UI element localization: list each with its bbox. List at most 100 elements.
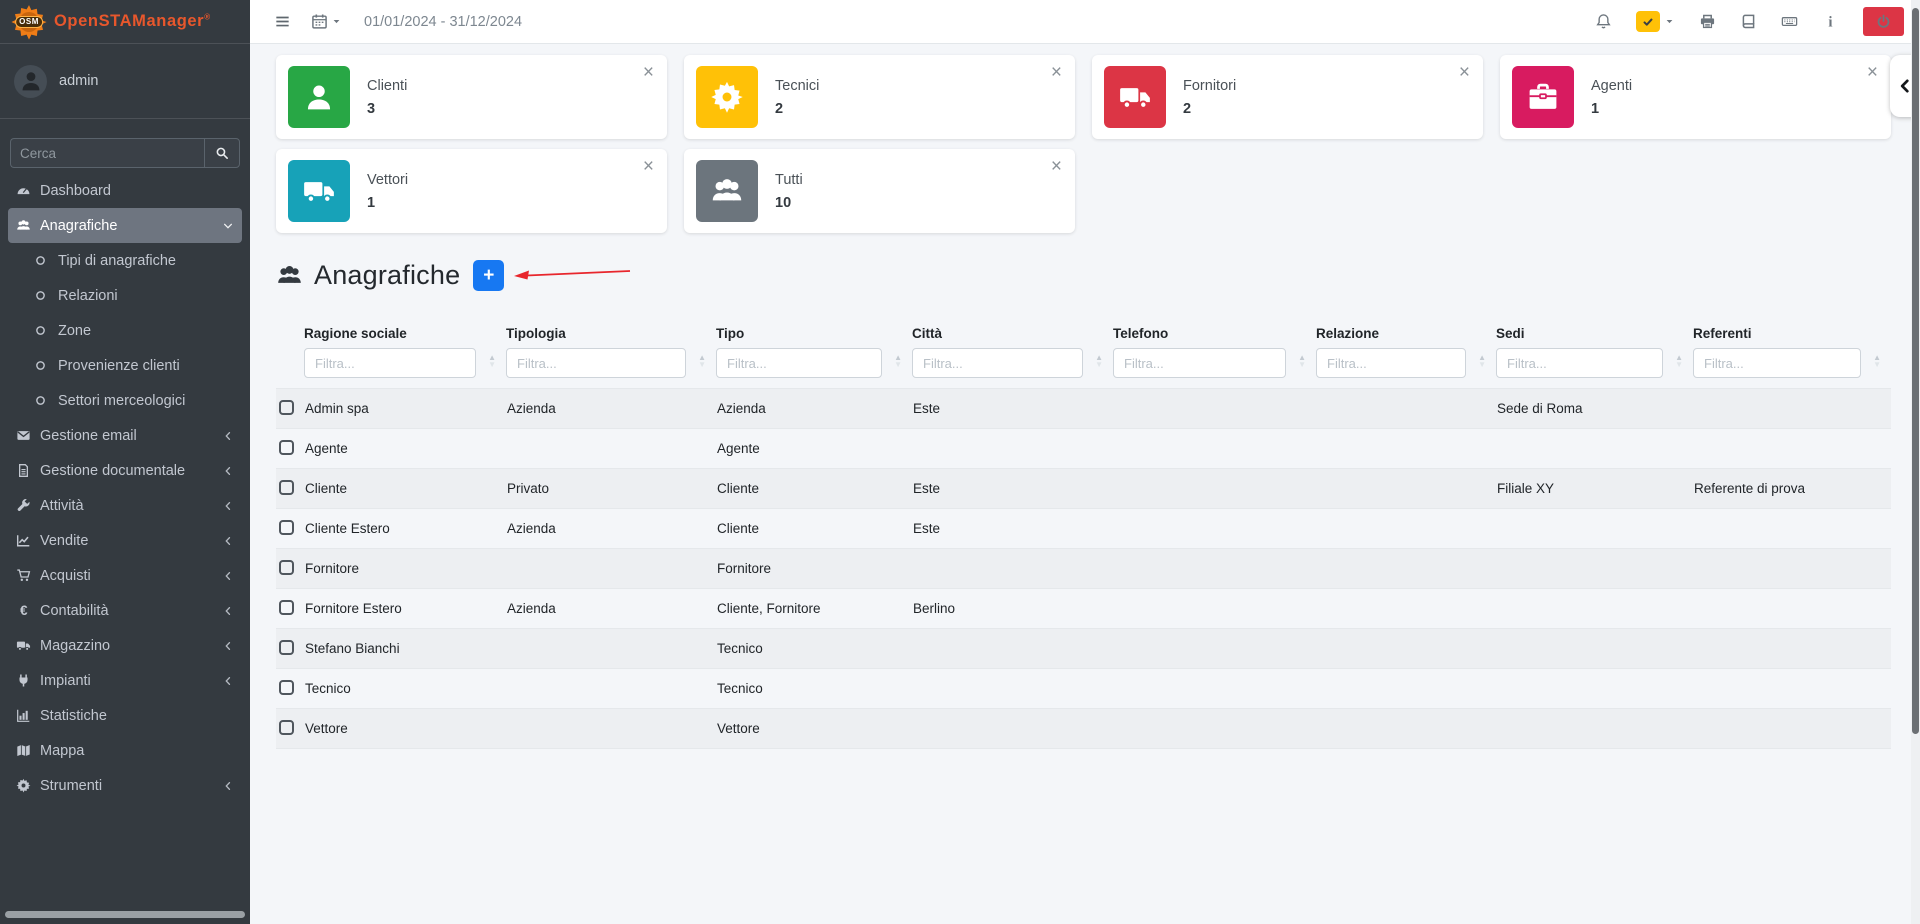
tasks-badge-button[interactable] bbox=[1636, 11, 1675, 32]
table-row-fornitore-estero[interactable]: Fornitore EsteroAziendaCliente, Fornitor… bbox=[276, 589, 1891, 629]
column-label[interactable]: Sedi bbox=[1496, 326, 1663, 341]
column-label[interactable]: Tipo bbox=[716, 326, 882, 341]
table-cell: Privato bbox=[506, 469, 716, 509]
sidebar-subitem-settori-merceologici[interactable]: Settori merceologici bbox=[8, 383, 242, 418]
row-checkbox[interactable] bbox=[279, 640, 294, 655]
sidebar-item-mappa[interactable]: Mappa bbox=[8, 733, 242, 768]
column-label[interactable]: Tipologia bbox=[506, 326, 686, 341]
close-card-button[interactable]: × bbox=[1051, 63, 1062, 82]
user-panel[interactable]: admin bbox=[0, 44, 250, 119]
sidebar-item-gestione-documentale[interactable]: Gestione documentale bbox=[8, 453, 242, 488]
row-checkbox[interactable] bbox=[279, 400, 294, 415]
sort-control[interactable]: ▲▼ bbox=[894, 354, 902, 368]
table-row-admin-spa[interactable]: Admin spaAziendaAziendaEsteSede di Roma bbox=[276, 389, 1891, 429]
row-checkbox[interactable] bbox=[279, 480, 294, 495]
filter-relazione[interactable] bbox=[1316, 348, 1466, 378]
stat-card-clienti[interactable]: Clienti3× bbox=[276, 55, 667, 139]
sidebar-item-impianti[interactable]: Impianti bbox=[8, 663, 242, 698]
sidebar-horizontal-scrollbar[interactable] bbox=[5, 911, 245, 918]
column-label[interactable]: Referenti bbox=[1693, 326, 1861, 341]
table-cell: Fornitore bbox=[716, 549, 912, 589]
column-label[interactable]: Telefono bbox=[1113, 326, 1286, 341]
sort-control[interactable]: ▲▼ bbox=[698, 354, 706, 368]
stat-card-tecnici[interactable]: Tecnici2× bbox=[684, 55, 1075, 139]
tasks-badge bbox=[1636, 11, 1660, 32]
close-card-button[interactable]: × bbox=[643, 63, 654, 82]
menu-toggle-button[interactable] bbox=[274, 13, 291, 30]
book-button[interactable] bbox=[1740, 13, 1757, 30]
vertical-scrollbar[interactable] bbox=[1911, 0, 1920, 924]
table-cell bbox=[1113, 389, 1316, 429]
stat-card-agenti[interactable]: Agenti1× bbox=[1500, 55, 1891, 139]
filter-tipo[interactable] bbox=[716, 348, 882, 378]
close-card-button[interactable]: × bbox=[1459, 63, 1470, 82]
table-row-tecnico[interactable]: TecnicoTecnico bbox=[276, 669, 1891, 709]
row-checkbox[interactable] bbox=[279, 720, 294, 735]
sidebar-item-contabilita[interactable]: €Contabilità bbox=[8, 593, 242, 628]
sidebar-item-anagrafiche[interactable]: Anagrafiche bbox=[8, 208, 242, 243]
search-button[interactable] bbox=[204, 138, 240, 168]
close-card-button[interactable]: × bbox=[643, 157, 654, 176]
row-checkbox[interactable] bbox=[279, 680, 294, 695]
logout-button[interactable] bbox=[1863, 7, 1904, 36]
sidebar-item-magazzino[interactable]: Magazzino bbox=[8, 628, 242, 663]
table-row-vettore[interactable]: VettoreVettore bbox=[276, 709, 1891, 749]
filter-referenti[interactable] bbox=[1693, 348, 1861, 378]
sidebar-subitem-zone[interactable]: Zone bbox=[8, 313, 242, 348]
sidebar-item-label: Attività bbox=[40, 498, 84, 514]
map-icon bbox=[16, 743, 40, 758]
sort-control[interactable]: ▲▼ bbox=[488, 354, 496, 368]
sidebar-item-gestione-email[interactable]: Gestione email bbox=[8, 418, 242, 453]
column-label[interactable]: Città bbox=[912, 326, 1083, 341]
stat-card-vettori[interactable]: Vettori1× bbox=[276, 149, 667, 233]
records-table: Ragione sociale ▲▼ Tipologia ▲▼ Tipo ▲▼ Città ▲… bbox=[276, 310, 1891, 749]
stat-card-fornitori[interactable]: Fornitori2× bbox=[1092, 55, 1483, 139]
info-button[interactable]: i bbox=[1822, 13, 1839, 30]
sidebar-item-statistiche[interactable]: Statistiche bbox=[8, 698, 242, 733]
table-row-agente[interactable]: AgenteAgente bbox=[276, 429, 1891, 469]
table-row-stefano-bianchi[interactable]: Stefano BianchiTecnico bbox=[276, 629, 1891, 669]
sort-control[interactable]: ▲▼ bbox=[1675, 354, 1683, 368]
filter-telefono[interactable] bbox=[1113, 348, 1286, 378]
date-range-label[interactable]: 01/01/2024 - 31/12/2024 bbox=[364, 14, 522, 30]
sidebar-item-strumenti[interactable]: Strumenti bbox=[8, 768, 242, 803]
sort-control[interactable]: ▲▼ bbox=[1873, 354, 1881, 368]
truck-icon bbox=[302, 174, 336, 208]
sidebar-subitem-tipi-di-anagrafiche[interactable]: Tipi di anagrafiche bbox=[8, 243, 242, 278]
filter-ragione-sociale[interactable] bbox=[304, 348, 476, 378]
keyboard-button[interactable] bbox=[1781, 13, 1798, 30]
table-row-cliente-estero[interactable]: Cliente EsteroAziendaClienteEste bbox=[276, 509, 1891, 549]
date-range-button[interactable] bbox=[311, 13, 342, 30]
row-checkbox[interactable] bbox=[279, 560, 294, 575]
table-row-cliente[interactable]: ClientePrivatoClienteEsteFiliale XYRefer… bbox=[276, 469, 1891, 509]
bell-button[interactable] bbox=[1595, 13, 1612, 30]
sidebar-subitem-relazioni[interactable]: Relazioni bbox=[8, 278, 242, 313]
sidebar-item-acquisti[interactable]: Acquisti bbox=[8, 558, 242, 593]
stat-card-tutti[interactable]: Tutti10× bbox=[684, 149, 1075, 233]
app-logo[interactable]: OSM OpenSTAManager® bbox=[0, 0, 250, 44]
printer-button[interactable] bbox=[1699, 13, 1716, 30]
row-checkbox[interactable] bbox=[279, 440, 294, 455]
sidebar-item-dashboard[interactable]: Dashboard bbox=[8, 173, 242, 208]
sidebar-item-vendite[interactable]: Vendite bbox=[8, 523, 242, 558]
column-label[interactable]: Relazione bbox=[1316, 326, 1466, 341]
search-input[interactable] bbox=[10, 138, 204, 168]
filter-sedi[interactable] bbox=[1496, 348, 1663, 378]
filter-citta[interactable] bbox=[912, 348, 1083, 378]
scrollbar-thumb[interactable] bbox=[1912, 8, 1919, 734]
table-row-fornitore[interactable]: FornitoreFornitore bbox=[276, 549, 1891, 589]
table-cell bbox=[1316, 589, 1496, 629]
sort-control[interactable]: ▲▼ bbox=[1095, 354, 1103, 368]
add-record-button[interactable]: + bbox=[473, 260, 504, 291]
table-cell: Agente bbox=[304, 429, 506, 469]
sort-control[interactable]: ▲▼ bbox=[1298, 354, 1306, 368]
sort-control[interactable]: ▲▼ bbox=[1478, 354, 1486, 368]
row-checkbox[interactable] bbox=[279, 600, 294, 615]
close-card-button[interactable]: × bbox=[1051, 157, 1062, 176]
sidebar-item-attivita[interactable]: Attività bbox=[8, 488, 242, 523]
close-card-button[interactable]: × bbox=[1867, 63, 1878, 82]
sidebar-subitem-provenienze-clienti[interactable]: Provenienze clienti bbox=[8, 348, 242, 383]
filter-tipologia[interactable] bbox=[506, 348, 686, 378]
row-checkbox[interactable] bbox=[279, 520, 294, 535]
column-label[interactable]: Ragione sociale bbox=[304, 326, 476, 341]
